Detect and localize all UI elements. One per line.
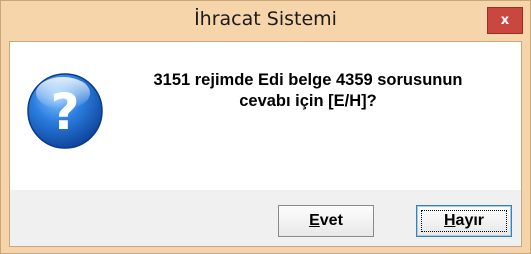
- title-bar[interactable]: İhracat Sistemi x: [1, 1, 530, 41]
- no-button[interactable]: Hayır: [416, 205, 512, 237]
- dialog-message: 3151 rejimde Edi belge 4359 sorusunun ce…: [108, 70, 508, 112]
- yes-button[interactable]: Evet: [278, 205, 374, 237]
- window-title: İhracat Sistemi: [194, 8, 337, 30]
- message-line-2: cevabı için [E/H]?: [239, 92, 377, 110]
- svg-text:?: ?: [50, 83, 79, 141]
- yes-button-label: Evet: [309, 212, 343, 229]
- no-button-label: Hayır: [444, 212, 484, 229]
- yes-mnemonic: E: [309, 212, 320, 229]
- no-mnemonic: H: [443, 212, 456, 229]
- dialog-window: İhracat Sistemi x ? 3151 rejimde Edi bel…: [0, 0, 531, 254]
- message-line-1: 3151 rejimde Edi belge 4359 sorusunun: [153, 71, 463, 89]
- question-icon: ?: [27, 73, 103, 149]
- message-area: ? 3151 rejimde Edi belge 4359 sorusunun …: [10, 42, 521, 190]
- yes-label-rest: vet: [319, 212, 343, 229]
- close-button[interactable]: x: [487, 7, 523, 34]
- dialog-client-area: ? 3151 rejimde Edi belge 4359 sorusunun …: [9, 41, 522, 247]
- no-label-rest: ayır: [455, 212, 485, 229]
